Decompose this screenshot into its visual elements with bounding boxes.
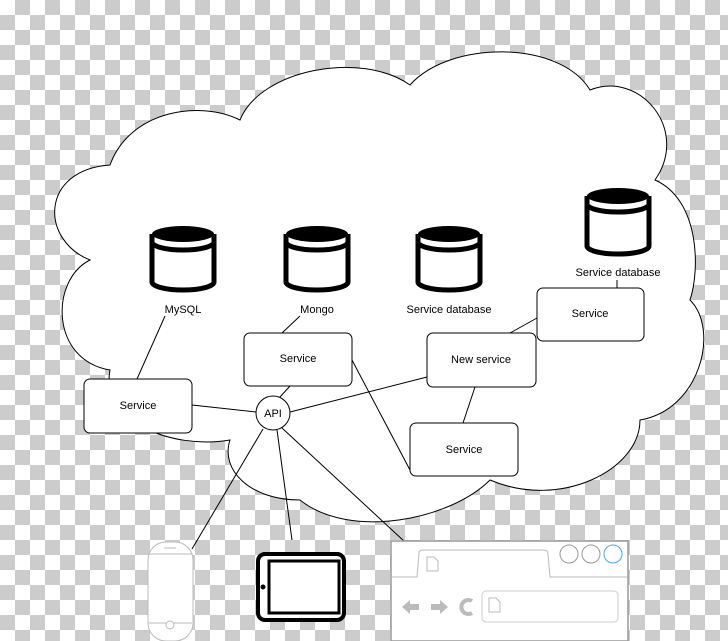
database-label: MySQL bbox=[165, 304, 202, 316]
service-box[interactable]: Service bbox=[243, 332, 353, 387]
browser-window-icon bbox=[390, 540, 629, 641]
service-box[interactable]: Service bbox=[409, 422, 519, 477]
service-box[interactable]: Service bbox=[536, 287, 645, 342]
database-icon bbox=[283, 234, 351, 293]
new-service-box[interactable]: New service bbox=[426, 332, 537, 388]
api-node[interactable]: API bbox=[255, 395, 291, 431]
service-label: Service bbox=[446, 444, 483, 456]
cloud-shape bbox=[54, 51, 705, 523]
database-label: Service database bbox=[576, 267, 661, 279]
phone-icon bbox=[147, 541, 194, 641]
tablet-icon bbox=[256, 552, 346, 622]
service-label: Service bbox=[280, 353, 317, 365]
database-label: Mongo bbox=[300, 304, 334, 316]
database-icon bbox=[415, 234, 483, 293]
service-label: Service bbox=[572, 308, 609, 320]
service-box[interactable]: Service bbox=[83, 378, 193, 434]
api-label: API bbox=[264, 408, 282, 420]
architecture-diagram: MySQL Mongo Service database Service dat… bbox=[54, 51, 705, 641]
database-label: Service database bbox=[407, 304, 492, 316]
service-label: New service bbox=[451, 354, 511, 366]
database-icon bbox=[149, 234, 217, 293]
service-label: Service bbox=[120, 400, 157, 412]
database-icon bbox=[584, 196, 652, 257]
